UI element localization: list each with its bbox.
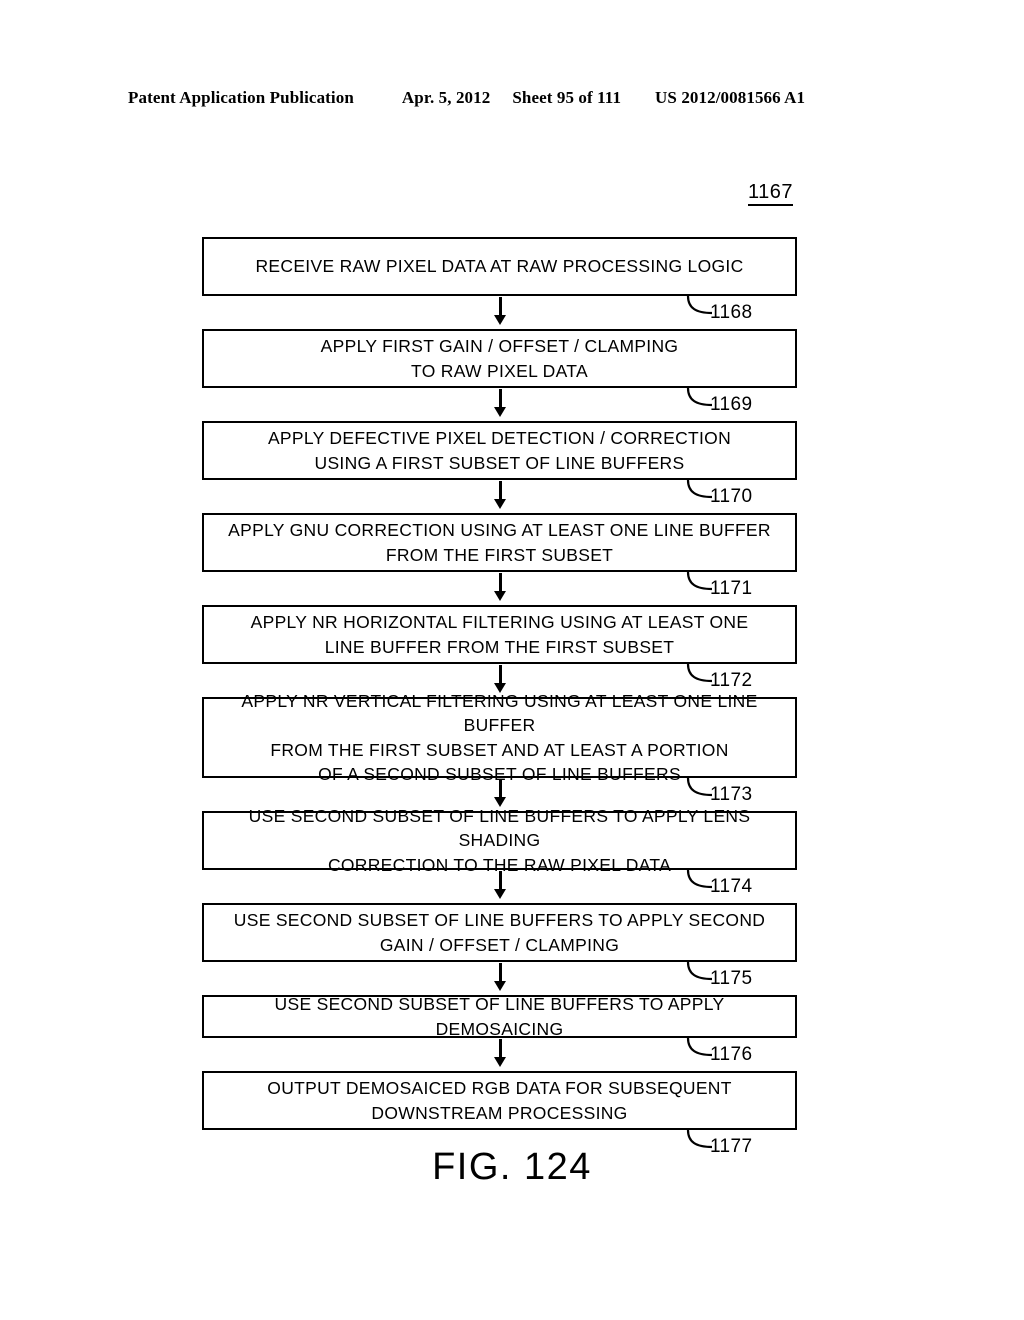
flowchart-box-1176: USE SECOND SUBSET OF LINE BUFFERS TO APP…: [202, 994, 797, 1039]
flowchart-box-1172-line-1: APPLY NR HORIZONTAL FILTERING USING AT L…: [250, 612, 749, 633]
reference-numeral-1175: 1175: [710, 968, 753, 989]
flowchart-box-1168-line-1: RECEIVE RAW PIXEL DATA AT RAW PROCESSING…: [255, 256, 744, 277]
reference-numeral-1170: 1170: [710, 486, 753, 507]
flowchart-box-1176-line-1: USE SECOND SUBSET OF LINE BUFFERS TO APP…: [274, 994, 725, 1039]
connector-arrow-1175-to-1176: [494, 963, 506, 991]
flowchart-box-1175-text: USE SECOND SUBSET OF LINE BUFFERS TO APP…: [212, 908, 787, 956]
connector-arrow-1170-to-1171: [494, 481, 506, 509]
reference-numeral-1173: 1173: [710, 784, 753, 805]
connector-arrow-1176-to-1177: [494, 1039, 506, 1067]
flowchart-box-1172-line-2: LINE BUFFER FROM THE FIRST SUBSET: [324, 636, 675, 657]
reference-numeral-1172: 1172: [710, 670, 753, 691]
reference-numeral-1168: 1168: [710, 302, 753, 323]
flowchart-box-1169-line-2: TO RAW PIXEL DATA: [411, 360, 588, 381]
flowchart-box-1170: APPLY DEFECTIVE PIXEL DETECTION / CORREC…: [202, 421, 797, 480]
reference-numeral-1176: 1176: [710, 1044, 753, 1065]
connector-arrow-1174-to-1175: [494, 871, 506, 899]
flowchart-box-1177: OUTPUT DEMOSAICED RGB DATA FOR SUBSEQUEN…: [202, 1071, 797, 1130]
flowchart-box-1175: USE SECOND SUBSET OF LINE BUFFERS TO APP…: [202, 903, 797, 962]
flowchart-figure: 1167 RECEIVE RAW PIXEL DATA AT RAW PROCE…: [0, 0, 1024, 1320]
reference-numeral-1169: 1169: [710, 394, 753, 415]
flowchart-box-1170-line-2: USING A FIRST SUBSET OF LINE BUFFERS: [314, 452, 685, 473]
flowchart-box-1169-text: APPLY FIRST GAIN / OFFSET / CLAMPING TO …: [212, 334, 787, 382]
flowchart-box-1169-line-1: APPLY FIRST GAIN / OFFSET / CLAMPING: [320, 336, 679, 357]
flowchart-box-1170-line-1: APPLY DEFECTIVE PIXEL DETECTION / CORREC…: [267, 428, 732, 449]
connector-arrow-1168-to-1169: [494, 297, 506, 325]
flowchart-box-1172-text: APPLY NR HORIZONTAL FILTERING USING AT L…: [212, 610, 787, 658]
flowchart-box-1174-text: USE SECOND SUBSET OF LINE BUFFERS TO APP…: [212, 804, 787, 876]
flowchart-box-1168: RECEIVE RAW PIXEL DATA AT RAW PROCESSING…: [202, 237, 797, 296]
connector-arrow-1173-to-1174: [494, 779, 506, 807]
reference-numeral-1171: 1171: [710, 578, 753, 599]
flowchart-box-1177-text: OUTPUT DEMOSAICED RGB DATA FOR SUBSEQUEN…: [212, 1076, 787, 1124]
flowchart-box-1171: APPLY GNU CORRECTION USING AT LEAST ONE …: [202, 513, 797, 572]
flowchart-box-1171-line-2: FROM THE FIRST SUBSET: [385, 544, 614, 565]
flowchart-box-1173: APPLY NR VERTICAL FILTERING USING AT LEA…: [202, 691, 797, 784]
flowchart-box-1169: APPLY FIRST GAIN / OFFSET / CLAMPING TO …: [202, 329, 797, 388]
flowchart-box-1173-line-2: FROM THE FIRST SUBSET AND AT LEAST A POR…: [270, 739, 729, 760]
figure-caption: FIG. 124: [432, 1146, 592, 1188]
flowchart-box-1171-line-1: APPLY GNU CORRECTION USING AT LEAST ONE …: [228, 520, 771, 541]
flowchart-box-1174: USE SECOND SUBSET OF LINE BUFFERS TO APP…: [202, 806, 797, 875]
flowchart-box-1177-line-2: DOWNSTREAM PROCESSING: [371, 1102, 628, 1123]
flowchart-box-1177-line-1: OUTPUT DEMOSAICED RGB DATA FOR SUBSEQUEN…: [267, 1078, 732, 1099]
flowchart-box-1175-line-1: USE SECOND SUBSET OF LINE BUFFERS TO APP…: [233, 910, 766, 931]
flowchart-box-1175-line-2: GAIN / OFFSET / CLAMPING: [379, 934, 620, 955]
flowchart-box-1170-text: APPLY DEFECTIVE PIXEL DETECTION / CORREC…: [212, 426, 787, 474]
figure-reference-numeral: 1167: [748, 182, 794, 206]
flowchart-box-1173-line-1: APPLY NR VERTICAL FILTERING USING AT LEA…: [241, 691, 758, 736]
flowchart-box-1172: APPLY NR HORIZONTAL FILTERING USING AT L…: [202, 605, 797, 664]
flowchart-box-1171-text: APPLY GNU CORRECTION USING AT LEAST ONE …: [212, 518, 787, 566]
reference-numeral-1174: 1174: [710, 876, 753, 897]
flowchart-box-1174-line-1: USE SECOND SUBSET OF LINE BUFFERS TO APP…: [248, 806, 751, 851]
connector-arrow-1169-to-1170: [494, 389, 506, 417]
connector-arrow-1171-to-1172: [494, 573, 506, 601]
flowchart-box-1173-text: APPLY NR VERTICAL FILTERING USING AT LEA…: [212, 689, 787, 786]
